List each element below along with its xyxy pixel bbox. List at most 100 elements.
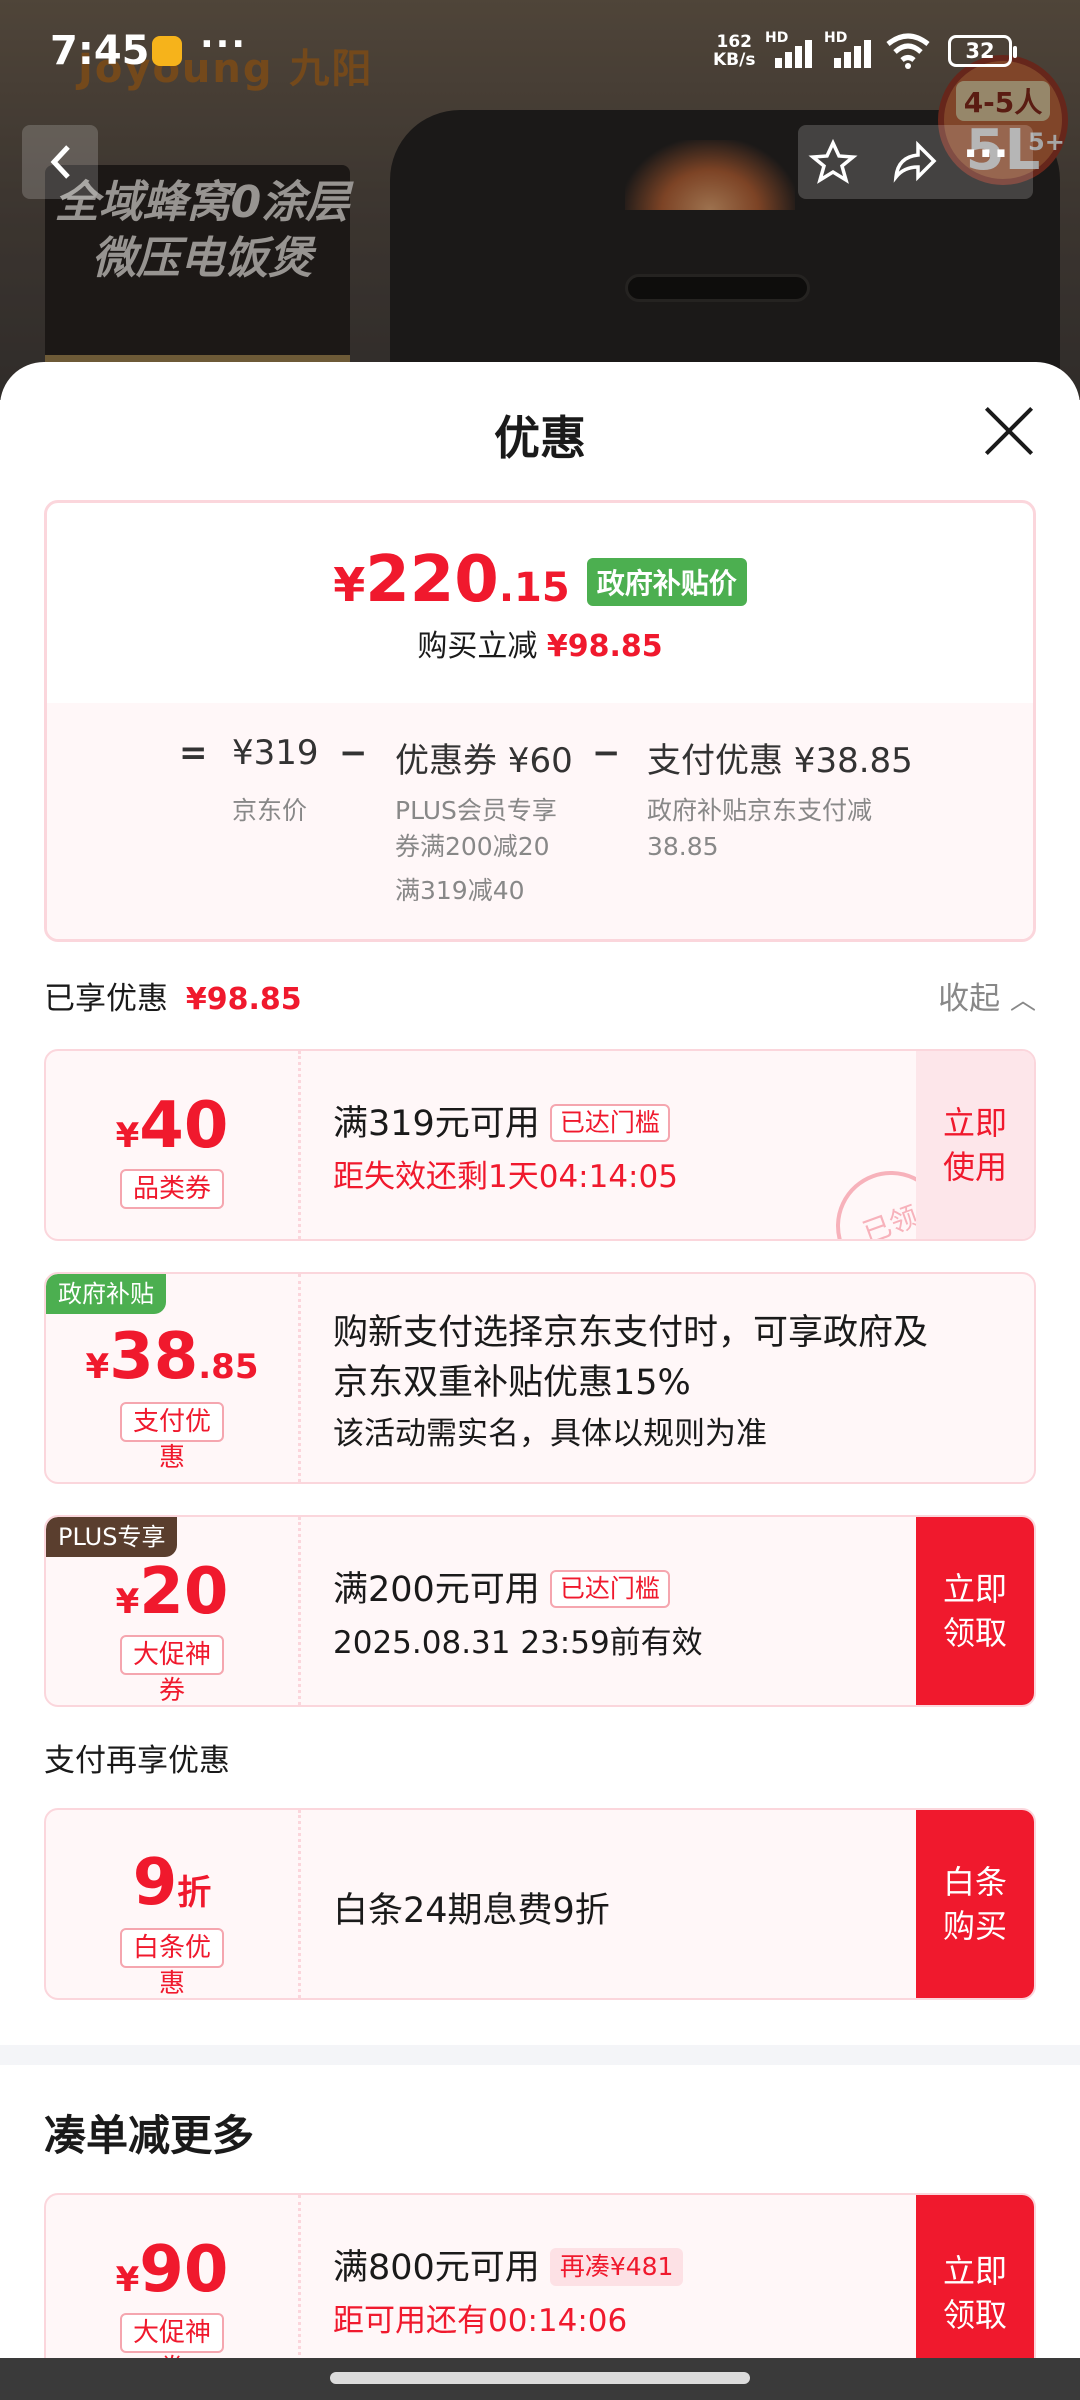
more-icon[interactable]: ··· bbox=[963, 131, 1009, 177]
share-icon[interactable] bbox=[888, 137, 938, 187]
coupon-threshold: 满319元可用 bbox=[333, 1104, 540, 1144]
coupon-threshold: 满200元可用 bbox=[333, 1570, 540, 1610]
coupon-title: 满800元可用 再凑¥481 bbox=[333, 2239, 684, 2290]
amount-value: 40 bbox=[139, 1089, 229, 1163]
signal-sim1-icon: HD bbox=[765, 30, 817, 68]
network-speed: 162 KB/s bbox=[713, 33, 755, 69]
speed-value: 162 bbox=[716, 32, 752, 52]
baitiao-offer-title: 白条24期息费9折 bbox=[333, 1891, 610, 1931]
baitiao-card: 9折 白条优惠 白条24期息费9折 白条 购买 bbox=[44, 1808, 1036, 2000]
coupon-type-label: 支付优惠 bbox=[120, 1402, 224, 1473]
baitiao-buy-button[interactable]: 白条 购买 bbox=[916, 1810, 1034, 1998]
coupon-type-label: 品类券 bbox=[120, 1169, 224, 1209]
battery-icon: 32 bbox=[948, 35, 1017, 67]
price-decimal: .15 bbox=[498, 565, 570, 611]
price-integer: 220 bbox=[365, 543, 499, 617]
amount-decimal: .85 bbox=[198, 1347, 259, 1387]
claim-now-label: 立即 领取 bbox=[942, 2252, 1007, 2334]
star-icon[interactable] bbox=[808, 137, 858, 187]
coupon-type-label: 大促神券 bbox=[120, 1635, 224, 1705]
coupon-title: 满319元可用 已达门槛 bbox=[333, 1095, 670, 1146]
sim1-hd-label: HD bbox=[765, 30, 789, 46]
subsidy-note: 该活动需实名，具体以规则为准 bbox=[333, 1416, 767, 1452]
subsidy-description-1: 购新支付选择京东支付时，可享政府及 bbox=[333, 1313, 929, 1353]
coupon-card-plus: PLUS专享 ¥20 大促神券 满200元可用 已达门槛 2025.08.31 2… bbox=[44, 1515, 1036, 1707]
claim-now-label: 立即 领取 bbox=[942, 1570, 1007, 1652]
signal-sim2-icon: HD bbox=[824, 30, 876, 68]
enjoyed-amount: ¥98.85 bbox=[185, 982, 302, 1017]
close-icon[interactable] bbox=[983, 405, 1035, 457]
back-button[interactable] bbox=[22, 125, 98, 199]
coupon-valid-until: 2025.08.31 23:59前有效 bbox=[333, 1625, 703, 1661]
screen: Joyoung 九阳 全域蜂窝0涂层 微压电饭煲 4-5人 5L 5+ 7:45… bbox=[0, 0, 1080, 2400]
coupon-title: 满200元可用 已达门槛 bbox=[333, 1561, 670, 1612]
sheet-title: 优惠 bbox=[494, 411, 586, 465]
threshold-reached-tag: 已达门槛 bbox=[549, 1104, 670, 1142]
final-price: ¥220.15 政府补贴价 bbox=[47, 543, 1033, 617]
amount-value: 38 bbox=[109, 1320, 199, 1394]
coupon-amount: ¥38.85 bbox=[46, 1320, 298, 1394]
coupon-expiry-countdown: 距失效还剩1天04:14:05 bbox=[333, 1159, 678, 1195]
threshold-reached-tag: 已达门槛 bbox=[549, 1570, 670, 1608]
payment-detail-1: 政府补贴京东支付减 bbox=[647, 796, 873, 825]
collapse-label: 收起 bbox=[938, 981, 1001, 1017]
card-divider bbox=[298, 1810, 301, 1998]
sim2-hd-label: HD bbox=[824, 30, 848, 46]
amount-value: 90 bbox=[139, 2233, 229, 2307]
speed-unit: KB/s bbox=[713, 50, 756, 70]
amount-value: 20 bbox=[139, 1555, 229, 1629]
subsidy-description-2: 京东双重补贴优惠15% bbox=[333, 1363, 691, 1403]
coupon-detail-1: PLUS会员专享 bbox=[395, 796, 557, 825]
card-divider bbox=[298, 1051, 301, 1239]
plus-exclusive-corner-tag: PLUS专享 bbox=[46, 1517, 178, 1557]
rate-unit: 折 bbox=[177, 1873, 212, 1913]
chevron-left-icon bbox=[50, 145, 70, 179]
use-now-button[interactable]: 立即 使用 bbox=[916, 1051, 1034, 1239]
card-divider bbox=[298, 1274, 301, 1482]
coupon-detail-2: 券满200减20 bbox=[395, 832, 550, 861]
gesture-navigation-bar bbox=[0, 2358, 1080, 2400]
gov-subsidy-tag: 政府补贴价 bbox=[586, 558, 747, 606]
baitiao-type-label: 白条优惠 bbox=[120, 1928, 224, 1998]
coupon-card-category: ¥40 品类券 满319元可用 已达门槛 距失效还剩1天04:14:05 已领 立… bbox=[44, 1049, 1036, 1241]
use-now-label: 立即 使用 bbox=[942, 1104, 1007, 1186]
currency-symbol: ¥ bbox=[85, 1347, 110, 1387]
price-symbol: ¥ bbox=[333, 558, 366, 612]
formula-minus: − bbox=[339, 733, 368, 773]
coupon-amount: ¥40 bbox=[46, 1089, 298, 1163]
enjoyed-discount-row: 已享优惠 ¥98.85 bbox=[44, 973, 302, 1018]
coupon-deduction: 优惠券 ¥60 bbox=[395, 741, 573, 781]
status-bar: 7:45 ··· 162 KB/s HD HD 32 bbox=[0, 0, 1080, 100]
more-notifications-icon: ··· bbox=[200, 24, 248, 65]
payment-discount: 支付优惠 ¥38.85 bbox=[647, 741, 913, 781]
chevron-up-icon: ︿ bbox=[1009, 986, 1036, 1016]
claim-now-button[interactable]: 立即 领取 bbox=[916, 1517, 1034, 1705]
instant-discount-label: 购买立减 bbox=[417, 629, 538, 664]
instant-discount-amount: ¥98.85 bbox=[546, 629, 663, 664]
collapse-toggle[interactable]: 收起 ︿ bbox=[938, 973, 1036, 1018]
jd-price-value: ¥319 bbox=[232, 733, 319, 773]
message-notification-icon bbox=[152, 36, 182, 66]
instant-discount-line: 购买立减 ¥98.85 bbox=[47, 621, 1033, 665]
discount-rate: 9折 bbox=[46, 1846, 298, 1920]
coupon-amount: ¥90 bbox=[46, 2233, 298, 2307]
formula-minus: − bbox=[592, 733, 621, 773]
pay-more-heading: 支付再享优惠 bbox=[44, 1743, 230, 1779]
coupon-card-gov-subsidy: 政府补贴 ¥38.85 支付优惠 购新支付选择京东支付时，可享政府及 京东双重补… bbox=[44, 1272, 1036, 1484]
coupon-threshold: 满800元可用 bbox=[333, 2248, 540, 2288]
wifi-icon bbox=[886, 33, 930, 69]
gov-subsidy-corner-tag: 政府补贴 bbox=[46, 1274, 166, 1314]
section-separator bbox=[0, 2045, 1080, 2065]
enjoyed-label: 已享优惠 bbox=[44, 981, 168, 1017]
more-savings-heading: 凑单减更多 bbox=[44, 2111, 255, 2160]
coupon-amount: ¥20 bbox=[46, 1555, 298, 1629]
home-indicator[interactable] bbox=[330, 2372, 750, 2384]
top-action-group: ··· bbox=[798, 125, 1033, 199]
price-summary-card: ¥220.15 政府补贴价 购买立减 ¥98.85 = ¥319 − 优惠券 ¥… bbox=[44, 500, 1036, 942]
available-countdown: 距可用还有00:14:06 bbox=[333, 2303, 628, 2339]
currency-symbol: ¥ bbox=[115, 1116, 140, 1156]
currency-symbol: ¥ bbox=[115, 1582, 140, 1622]
remaining-amount-tag: 再凑¥481 bbox=[549, 2248, 684, 2286]
formula-equals: = bbox=[179, 733, 208, 773]
card-divider bbox=[298, 1517, 301, 1705]
